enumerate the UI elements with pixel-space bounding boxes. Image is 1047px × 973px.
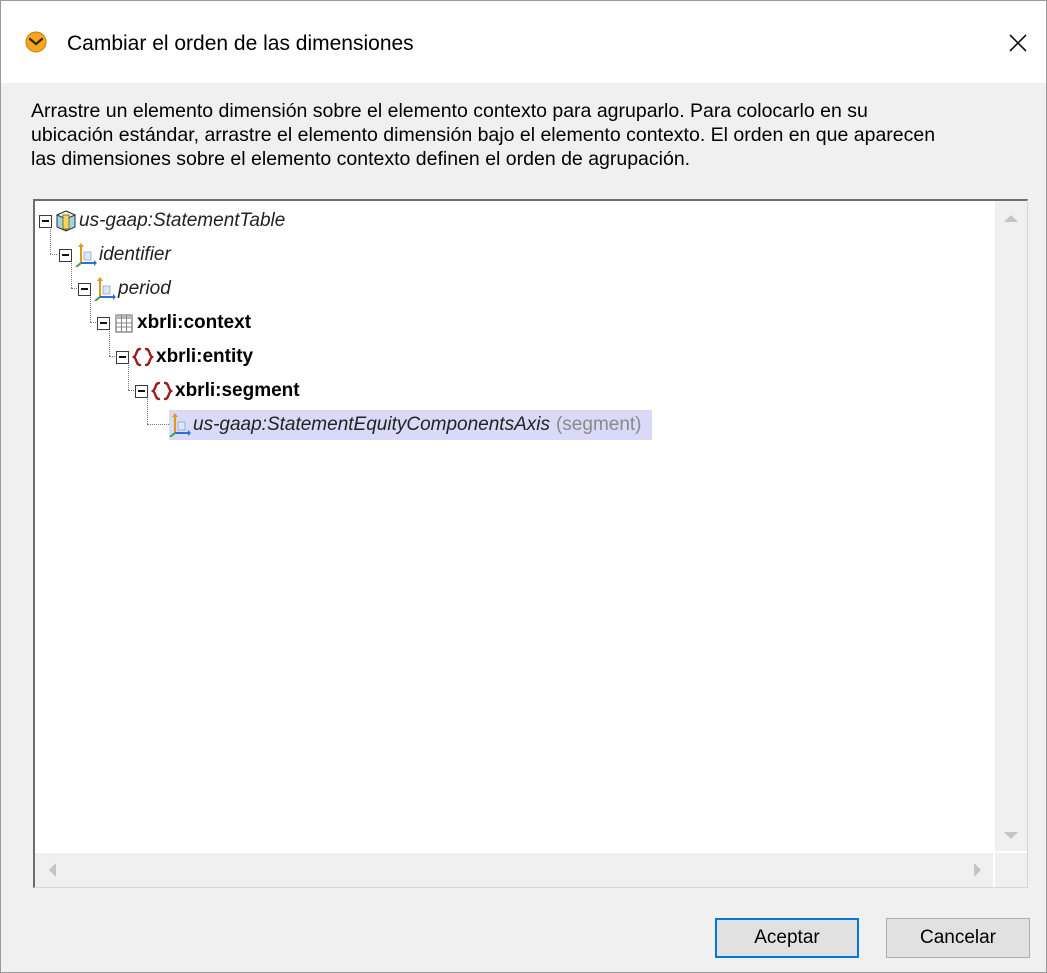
altova-mapforce-icon: [25, 31, 47, 53]
close-icon: [1009, 34, 1027, 52]
tree-node-label: xbrli:entity: [156, 346, 254, 367]
scroll-right-arrow-icon[interactable]: [974, 863, 981, 877]
hypercube-icon: [55, 210, 77, 232]
vertical-scrollbar[interactable]: [995, 201, 1027, 851]
dimension-axis-icon: [75, 243, 97, 267]
curly-braces-icon: [132, 347, 154, 367]
tree-node-label: xbrli:context: [137, 312, 252, 333]
ok-button[interactable]: Aceptar: [715, 918, 859, 958]
collapse-toggle-icon[interactable]: [135, 384, 148, 398]
dimension-axis-icon: [169, 413, 191, 437]
scroll-down-arrow-icon[interactable]: [1004, 832, 1018, 839]
tree-node-label: period: [118, 278, 171, 299]
tree-node-xbrli-entity[interactable]: xbrli:entity: [116, 342, 253, 372]
dialog-window: Cambiar el orden de las dimensiones Arra…: [0, 0, 1047, 973]
collapse-toggle-icon[interactable]: [78, 282, 91, 296]
table-grid-icon: [115, 314, 133, 333]
horizontal-scrollbar[interactable]: [35, 853, 993, 887]
scrollbar-corner: [995, 853, 1027, 887]
tree-node-statement-equity-components-axis[interactable]: us-gaap:StatementEquityComponentsAxis (s…: [169, 410, 652, 440]
collapse-toggle-icon[interactable]: [39, 214, 52, 228]
tree-node-xbrli-context[interactable]: xbrli:context: [97, 308, 251, 338]
tree-node-label: us-gaap:StatementTable: [79, 210, 286, 231]
tree-node-period[interactable]: period: [78, 274, 171, 304]
scroll-left-arrow-icon[interactable]: [49, 863, 56, 877]
window-title: Cambiar el orden de las dimensiones: [67, 32, 414, 55]
tree-node-identifier[interactable]: identifier: [59, 240, 171, 270]
tree-node-suffix: (segment): [555, 414, 642, 435]
collapse-toggle-icon[interactable]: [97, 316, 110, 330]
title-bar: Cambiar el orden de las dimensiones: [1, 1, 1046, 83]
instructions-text: Arrastre un elemento dimensión sobre el …: [31, 100, 936, 170]
collapse-toggle-icon[interactable]: [59, 248, 72, 262]
scroll-up-arrow-icon[interactable]: [1004, 215, 1018, 222]
tree-node-statement-table[interactable]: us-gaap:StatementTable: [39, 206, 285, 236]
dimension-axis-icon: [94, 277, 116, 301]
close-button[interactable]: [992, 17, 1046, 67]
tree-node-label: xbrli:segment: [175, 380, 300, 401]
dimension-tree[interactable]: us-gaap:StatementTable identifier period…: [33, 199, 1028, 888]
tree-node-label: us-gaap:StatementEquityComponentsAxis: [193, 414, 550, 435]
collapse-toggle-icon[interactable]: [116, 350, 129, 364]
cancel-button[interactable]: Cancelar: [886, 918, 1030, 958]
tree-node-xbrli-segment[interactable]: xbrli:segment: [135, 376, 300, 406]
curly-braces-icon: [151, 381, 173, 401]
tree-node-label: identifier: [99, 244, 171, 265]
